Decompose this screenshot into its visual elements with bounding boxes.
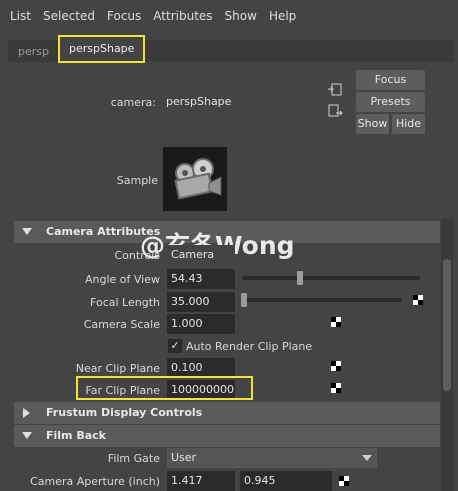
frustum-display-controls-header[interactable]: Frustum Display Controls <box>14 402 440 424</box>
show-button[interactable]: Show <box>356 114 389 134</box>
film-gate-label: Film Gate <box>107 452 160 465</box>
angle-of-view-slider-thumb[interactable] <box>297 271 303 285</box>
near-clip-plane-field[interactable]: 0.100 <box>167 358 235 378</box>
presets-button[interactable]: Presets <box>356 92 425 112</box>
angle-of-view-label: Angle of View <box>84 273 160 286</box>
film-back-header[interactable]: Film Back <box>14 425 440 447</box>
film-back-title: Film Back <box>46 429 106 442</box>
camera-scale-field[interactable]: 1.000 <box>167 314 235 334</box>
go-to-output-icon[interactable] <box>327 103 343 119</box>
frustum-display-controls-title: Frustum Display Controls <box>46 406 203 419</box>
focal-length-field[interactable]: 35.000 <box>167 292 235 312</box>
far-clip-plane-map-icon[interactable] <box>331 383 341 393</box>
focal-length-label: Focal Length <box>90 296 160 309</box>
menu-list[interactable]: List <box>4 9 37 23</box>
expand-triangle-icon <box>23 408 30 418</box>
menu-attributes[interactable]: Attributes <box>147 9 218 23</box>
angle-of-view-field[interactable]: 54.43 <box>167 269 235 289</box>
camera-aperture-map-icon[interactable] <box>339 476 349 486</box>
near-clip-plane-label: Near Clip Plane <box>75 362 160 375</box>
near-clip-plane-map-icon[interactable] <box>331 361 341 371</box>
far-clip-plane-highlight <box>76 376 253 400</box>
sample-swatch <box>163 147 227 211</box>
attribute-scroll-thumb[interactable] <box>443 259 451 391</box>
camera-sample-icon <box>174 158 222 200</box>
collapse-triangle-icon <box>22 228 32 235</box>
camera-name-field[interactable]: perspShape <box>162 92 314 112</box>
film-gate-select[interactable]: User <box>167 448 377 468</box>
menu-show[interactable]: Show <box>219 9 263 23</box>
node-tabs: persp perspShape <box>8 35 454 63</box>
hide-button[interactable]: Hide <box>392 114 425 134</box>
controls-value[interactable]: Camera <box>167 245 235 265</box>
camera-aperture-label: Camera Aperture (inch) <box>30 475 160 488</box>
chevron-down-icon[interactable] <box>362 455 372 461</box>
controls-label: Controls <box>114 249 161 262</box>
camera-scale-map-icon[interactable] <box>331 317 341 327</box>
collapse-triangle-icon <box>22 432 32 439</box>
focal-length-map-icon[interactable] <box>413 295 423 305</box>
attribute-scrollbar[interactable] <box>441 219 453 491</box>
load-attributes-icon[interactable] <box>327 82 343 98</box>
focus-button[interactable]: Focus <box>356 70 425 90</box>
camera-label: camera: <box>110 96 156 109</box>
auto-render-clip-plane-label: Auto Render Clip Plane <box>186 340 313 353</box>
menubar: List Selected Focus Attributes Show Help <box>0 0 458 32</box>
menu-selected[interactable]: Selected <box>37 9 101 23</box>
angle-of-view-slider[interactable] <box>242 276 420 280</box>
tab-perspshape[interactable]: perspShape <box>57 35 146 63</box>
menu-focus[interactable]: Focus <box>101 9 147 23</box>
tab-persp[interactable]: persp <box>8 42 59 62</box>
camera-aperture-width-field[interactable]: 1.417 <box>167 471 235 491</box>
focal-length-slider-thumb[interactable] <box>241 293 247 307</box>
sample-label: Sample <box>116 174 158 187</box>
focal-length-slider[interactable] <box>242 298 402 302</box>
menu-help[interactable]: Help <box>263 9 302 23</box>
auto-render-clip-plane-checkbox[interactable]: ✓ <box>168 339 182 353</box>
camera-aperture-height-field[interactable]: 0.945 <box>240 471 332 491</box>
camera-scale-label: Camera Scale <box>83 318 160 331</box>
